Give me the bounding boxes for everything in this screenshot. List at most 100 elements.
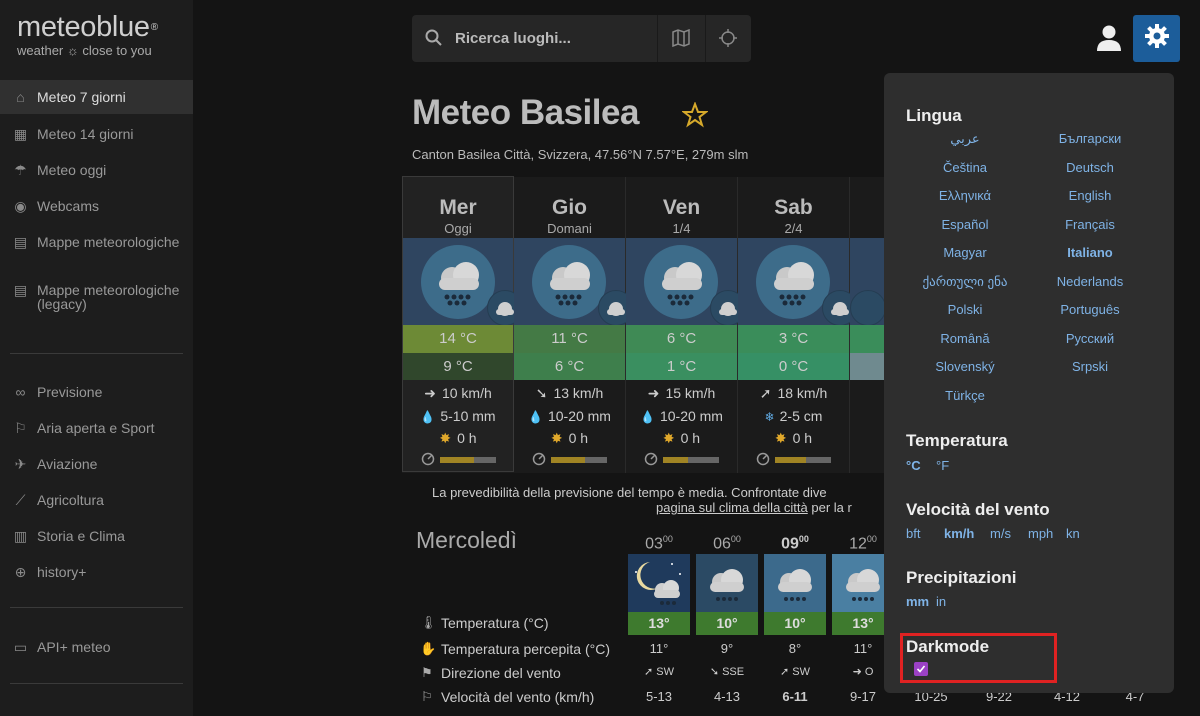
weather-icon: ☂	[14, 162, 27, 178]
max-temperature: 3 °C	[738, 325, 849, 353]
sidebar-item-label: Previsione	[37, 384, 103, 400]
map-icon[interactable]	[672, 28, 690, 52]
wind-direction-value: SSE	[722, 666, 745, 678]
language-option[interactable]: English	[1030, 188, 1150, 203]
sidebar-item[interactable]: ▤ Mappe meteorologiche (legacy)	[0, 281, 193, 333]
language-option[interactable]: Türkçe	[905, 388, 1025, 403]
day-column-partial[interactable]	[850, 177, 886, 473]
felt-temperature: 11°	[649, 641, 669, 656]
language-option[interactable]: Slovenský	[905, 359, 1025, 374]
map-icon: ▤	[13, 282, 28, 298]
predictability-icon	[421, 452, 435, 466]
minute-value: 00	[798, 534, 809, 544]
sidebar-divider	[10, 607, 183, 608]
wind-unit-option[interactable]: kn	[1066, 526, 1080, 541]
sidebar-item[interactable]: ⌂ Meteo 7 giorni	[0, 80, 193, 114]
favorite-star-icon[interactable]	[681, 101, 709, 133]
meteoblue-logo[interactable]: meteoblue® weather ☼ close to you	[17, 12, 158, 59]
search-input[interactable]: Ricerca luoghi...	[455, 30, 571, 47]
language-option[interactable]: Español	[905, 217, 1025, 232]
sidebar-item[interactable]: ▦ Meteo 14 giorni	[0, 125, 193, 147]
sidebar-item[interactable]: ⟋ Agricoltura	[0, 491, 193, 513]
day-column[interactable]: Mer Oggi 14 °C 9 °C ➜ 10 km/h 💧 5-10 mm ✸ 0 h	[402, 176, 523, 472]
hourly-day-label: Mercoledì	[416, 527, 517, 553]
wind-direction: ➘ SSE	[696, 665, 758, 678]
wind-speed-value: 9-17	[849, 689, 877, 704]
user-icon[interactable]	[1096, 24, 1122, 57]
hand-icon: ✋	[420, 641, 437, 656]
day-date: Domani	[547, 221, 592, 236]
settings-button[interactable]	[1133, 15, 1180, 62]
language-option[interactable]: Magyar	[905, 245, 1025, 260]
hiking-icon: ⚐	[14, 420, 27, 436]
hour-value: 06	[713, 535, 731, 553]
settings-menu: Lingua Temperatura Velocità del vento Pr…	[884, 73, 1174, 693]
search-bar[interactable]: Ricerca luoghi...	[412, 15, 751, 62]
precipitation-unit-option[interactable]: in	[936, 594, 946, 609]
wind-unit-option[interactable]: bft	[906, 526, 920, 541]
language-option[interactable]: Français	[1030, 217, 1150, 232]
wind-speed: ➜ 15 km/h	[626, 385, 737, 402]
language-option[interactable]: Italiano	[1030, 245, 1150, 260]
sidebar-item[interactable]: ☂ Meteo oggi	[0, 161, 193, 183]
api-icon: ▭	[13, 639, 28, 655]
wind-arrow-icon: ➚	[644, 666, 654, 678]
wind-arrow-icon: ➚	[780, 666, 790, 678]
weather-hour-icon	[696, 554, 758, 612]
language-option[interactable]: ქართული ენა	[905, 274, 1025, 290]
snowflake-icon: ❄	[764, 410, 775, 424]
day-name: Sab	[774, 196, 813, 219]
temperature-unit-option[interactable]: °F	[936, 458, 949, 473]
sidebar-item[interactable]: ◉ Webcams	[0, 197, 193, 219]
day-column[interactable]: Gio Domani 11 °C 6 °C ➘ 13 km/h 💧 10-20 mm ✸ 0 h	[514, 177, 634, 473]
language-option[interactable]: Polski	[905, 302, 1025, 317]
language-option[interactable]: Română	[905, 331, 1025, 346]
wind-unit-option[interactable]: m/s	[990, 526, 1011, 541]
wind-unit-option[interactable]: mph	[1028, 526, 1053, 541]
day-column[interactable]: Ven 1/4 6 °C 1 °C ➜ 15 km/h 💧 10-20 mm ✸ 0 h	[626, 177, 746, 473]
language-option[interactable]: Srpski	[1030, 359, 1150, 374]
hour-value: 09	[781, 535, 799, 553]
sidebar-item[interactable]: ▭ API+ meteo	[0, 638, 193, 660]
precipitation-unit-option[interactable]: mm	[906, 594, 929, 609]
sidebar-item[interactable]: ▤ Mappe meteorologiche	[0, 233, 193, 269]
locate-icon[interactable]	[718, 28, 738, 53]
sidebar-item[interactable]: ⊕ history+	[0, 563, 193, 585]
wind-speed-title: Velocità del vento	[906, 500, 1050, 519]
language-option[interactable]: Português	[1030, 302, 1150, 317]
row-label-felt: ✋ Temperatura percepita (°C)	[420, 641, 610, 657]
sunshine-value: 0 h	[680, 430, 701, 446]
sidebar-item-label: Agricoltura	[37, 492, 104, 508]
language-option[interactable]: Čeština	[905, 160, 1025, 175]
row-label-temperature: 🌡 Temperatura (°C)	[420, 615, 549, 631]
climate-page-link[interactable]: pagina sul clima della città	[656, 500, 808, 515]
temperature-unit-option[interactable]: °C	[906, 458, 921, 473]
language-option[interactable]: Български	[1030, 131, 1150, 146]
sidebar-item[interactable]: ⚐ Aria aperta e Sport	[0, 419, 193, 441]
sidebar-item[interactable]: ∞ Previsione	[0, 383, 193, 405]
sidebar-item-label: Mappe meteorologiche	[37, 234, 180, 250]
sidebar-item-label: Meteo 14 giorni	[37, 126, 134, 142]
sidebar-item[interactable]: ▥ Storia e Clima	[0, 527, 193, 549]
max-temperature	[850, 325, 884, 353]
hour-temperature: 10°	[764, 612, 826, 635]
wind-value: 15 km/h	[665, 385, 716, 401]
sidebar-divider	[10, 353, 183, 354]
wind-arrow-icon: ➘	[709, 666, 720, 678]
search-icon	[425, 29, 443, 52]
language-option[interactable]: Ελληνικά	[905, 188, 1025, 203]
sidebar-item[interactable]: ✈ Aviazione	[0, 455, 193, 477]
language-option[interactable]: Deutsch	[1030, 160, 1150, 175]
language-option[interactable]: عربي	[905, 131, 1025, 147]
day-column[interactable]: Sab 2/4 3 °C 0 °C ➚ 18 km/h ❄ 2-5 cm ✸ 0 h	[738, 177, 858, 473]
wind-direction-value: O	[864, 666, 874, 678]
wind-unit-option[interactable]: km/h	[944, 526, 974, 541]
language-option[interactable]: Nederlands	[1030, 274, 1150, 289]
wind-direction-icon: ➘	[535, 385, 548, 401]
wind-speed: ➚ 18 km/h	[738, 385, 849, 402]
sidebar: meteoblue® weather ☼ close to you ⌂ Meteo…	[0, 0, 193, 716]
language-option[interactable]: Русский	[1030, 331, 1150, 346]
map-icon: ▤	[13, 234, 28, 250]
max-temperature: 6 °C	[626, 325, 737, 353]
wind-direction-value: SW	[792, 666, 810, 678]
